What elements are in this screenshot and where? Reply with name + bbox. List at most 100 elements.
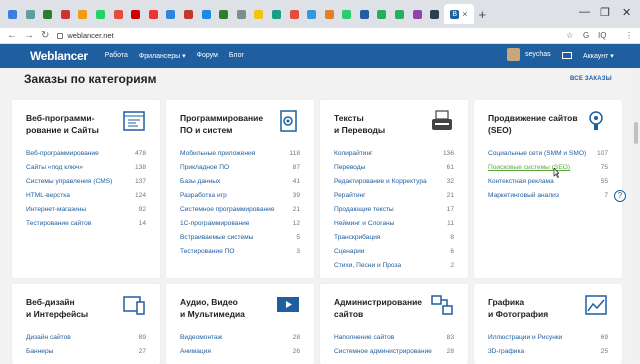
subcategory-link[interactable]: Тестирование ПО xyxy=(180,245,234,259)
subcategory-link[interactable]: Сценарии xyxy=(334,245,364,259)
subcategory-row[interactable]: Тестирование сайтов 14 xyxy=(26,217,146,231)
subcategory-link[interactable]: Рерайтинг xyxy=(334,189,366,203)
extension-iq-icon[interactable]: IQ xyxy=(598,31,606,40)
browser-tab[interactable] xyxy=(321,4,338,24)
browser-tab[interactable] xyxy=(286,4,303,24)
subcategory-row[interactable]: 3D-графика 25 xyxy=(488,345,608,359)
browser-tab[interactable] xyxy=(145,4,162,24)
subcategory-link[interactable]: Продающие тексты xyxy=(334,203,394,217)
browser-tab[interactable] xyxy=(268,4,285,24)
site-logo[interactable]: Weblancer xyxy=(30,49,88,63)
subcategory-row[interactable]: Поисковые системы (SEO) 75 xyxy=(488,161,608,175)
subcategory-link[interactable]: Базы данных xyxy=(180,175,220,189)
category-title[interactable]: Графика и Фотография xyxy=(488,296,588,320)
forward-icon[interactable]: → xyxy=(24,30,34,41)
subcategory-row[interactable]: Анимация 26 xyxy=(180,345,300,359)
subcategory-row[interactable]: Баннеры 27 xyxy=(26,345,146,359)
all-orders-link[interactable]: ВСЕ ЗАКАЗЫ xyxy=(570,76,612,82)
subcategory-row[interactable]: Базы данных 41 xyxy=(180,175,300,189)
category-title[interactable]: Веб-дизайн и Интерфейсы xyxy=(26,296,126,320)
subcategory-link[interactable]: Баннеры xyxy=(26,345,53,359)
nav-forum[interactable]: Форум xyxy=(197,52,218,60)
subcategory-link[interactable]: HTML-верстка xyxy=(26,189,70,203)
browser-tab[interactable] xyxy=(127,4,144,24)
active-browser-tab[interactable]: В × xyxy=(443,4,474,24)
subcategory-row[interactable]: Системное программирование 21 xyxy=(180,203,300,217)
subcategory-link[interactable]: Нейминг и Слоганы xyxy=(334,217,394,231)
close-window-icon[interactable]: ✕ xyxy=(622,6,631,19)
browser-tab[interactable] xyxy=(373,4,390,24)
subcategory-row[interactable]: Системное администрирование 28 xyxy=(334,345,454,359)
new-tab-button[interactable]: + xyxy=(478,7,486,22)
subcategory-row[interactable]: Иллюстрации и Рисунки 69 xyxy=(488,331,608,345)
subcategory-link[interactable]: Наполнение сайтов xyxy=(334,331,394,345)
url-field[interactable]: weblancer.net xyxy=(57,31,114,40)
subcategory-row[interactable]: Наполнение сайтов 83 xyxy=(334,331,454,345)
subcategory-link[interactable]: 1С-программирование xyxy=(180,217,249,231)
subcategory-link[interactable]: Иллюстрации и Рисунки xyxy=(488,331,562,345)
subcategory-row[interactable]: Мобильные приложения 118 xyxy=(180,147,300,161)
subcategory-row[interactable]: HTML-верстка 124 xyxy=(26,189,146,203)
browser-tab[interactable] xyxy=(110,4,127,24)
browser-tab[interactable] xyxy=(215,4,232,24)
extension-g-icon[interactable]: G xyxy=(583,31,589,40)
scrollbar-track[interactable] xyxy=(632,68,640,360)
subcategory-row[interactable]: Системы управления (CMS) 137 xyxy=(26,175,146,189)
subcategory-row[interactable]: Социальные сети (SMM и SMO) 107 xyxy=(488,147,608,161)
category-title[interactable]: Программирование ПО и систем xyxy=(180,112,280,136)
browser-tab[interactable] xyxy=(22,4,39,24)
reload-icon[interactable]: ↻ xyxy=(41,30,49,41)
subcategory-row[interactable]: Интернет-магазины 92 xyxy=(26,203,146,217)
subcategory-row[interactable]: Редактирование и Корректура 32 xyxy=(334,175,454,189)
subcategory-row[interactable]: Разработка игр 39 xyxy=(180,189,300,203)
subcategory-row[interactable]: Переводы 61 xyxy=(334,161,454,175)
category-title[interactable]: Продвижение сайтов (SEO) xyxy=(488,112,588,136)
account-menu[interactable]: Аккаунт ▾ xyxy=(583,52,614,60)
subcategory-link[interactable]: Тестирование сайтов xyxy=(26,217,91,231)
nav-work[interactable]: Работа xyxy=(105,52,128,60)
subcategory-row[interactable]: Копирайтинг 136 xyxy=(334,147,454,161)
subcategory-link[interactable]: Социальные сети (SMM и SMO) xyxy=(488,147,586,161)
browser-tab[interactable] xyxy=(162,4,179,24)
subcategory-link[interactable]: Интернет-магазины xyxy=(26,203,86,217)
back-icon[interactable]: ← xyxy=(7,30,17,41)
browser-tab[interactable] xyxy=(180,4,197,24)
browser-tab[interactable] xyxy=(303,4,320,24)
minimize-icon[interactable]: — xyxy=(579,6,590,18)
subcategory-link[interactable]: Разработка игр xyxy=(180,189,227,203)
category-title[interactable]: Аудио, Видео и Мультимедиа xyxy=(180,296,280,320)
user-profile[interactable]: seychas xyxy=(507,48,551,61)
subcategory-row[interactable]: Маркетинговый анализ 7 xyxy=(488,189,608,203)
subcategory-row[interactable]: Рерайтинг 21 xyxy=(334,189,454,203)
bookmark-star-icon[interactable]: ☆ xyxy=(566,31,573,40)
subcategory-link[interactable]: Редактирование и Корректура xyxy=(334,175,427,189)
subcategory-row[interactable]: Веб-программирование 478 xyxy=(26,147,146,161)
browser-tab[interactable] xyxy=(233,4,250,24)
subcategory-row[interactable]: Встраиваемые системы 5 xyxy=(180,231,300,245)
browser-tab[interactable] xyxy=(74,4,91,24)
browser-tab[interactable] xyxy=(426,4,443,24)
subcategory-row[interactable]: Контекстная реклама 55 xyxy=(488,175,608,189)
subcategory-link[interactable]: Сайты «под ключ» xyxy=(26,161,83,175)
subcategory-link[interactable]: Системы управления (CMS) xyxy=(26,175,112,189)
subcategory-row[interactable]: Прикладное ПО 87 xyxy=(180,161,300,175)
subcategory-row[interactable]: 1С-программирование 12 xyxy=(180,217,300,231)
subcategory-link[interactable]: Контекстная реклама xyxy=(488,175,554,189)
subcategory-link[interactable]: Стихи, Песни и Проза xyxy=(334,259,401,273)
subcategory-row[interactable]: Сценарии 6 xyxy=(334,245,454,259)
help-button[interactable]: ? xyxy=(614,190,626,202)
browser-tab[interactable] xyxy=(356,4,373,24)
menu-icon[interactable]: ⋮ xyxy=(625,31,633,40)
browser-tab[interactable] xyxy=(4,4,21,24)
subcategory-link[interactable]: Встраиваемые системы xyxy=(180,231,253,245)
browser-tab[interactable] xyxy=(57,4,74,24)
nav-blog[interactable]: Блог xyxy=(229,52,244,60)
subcategory-link[interactable]: Прикладное ПО xyxy=(180,161,229,175)
browser-tab[interactable] xyxy=(391,4,408,24)
category-title[interactable]: Веб-программи-рование и Сайты xyxy=(26,112,126,136)
subcategory-link[interactable]: 3D-графика xyxy=(488,345,524,359)
browser-tab[interactable] xyxy=(198,4,215,24)
subcategory-link[interactable]: Системное администрирование xyxy=(334,345,432,359)
scrollbar-thumb[interactable] xyxy=(634,122,638,144)
browser-tab[interactable] xyxy=(92,4,109,24)
